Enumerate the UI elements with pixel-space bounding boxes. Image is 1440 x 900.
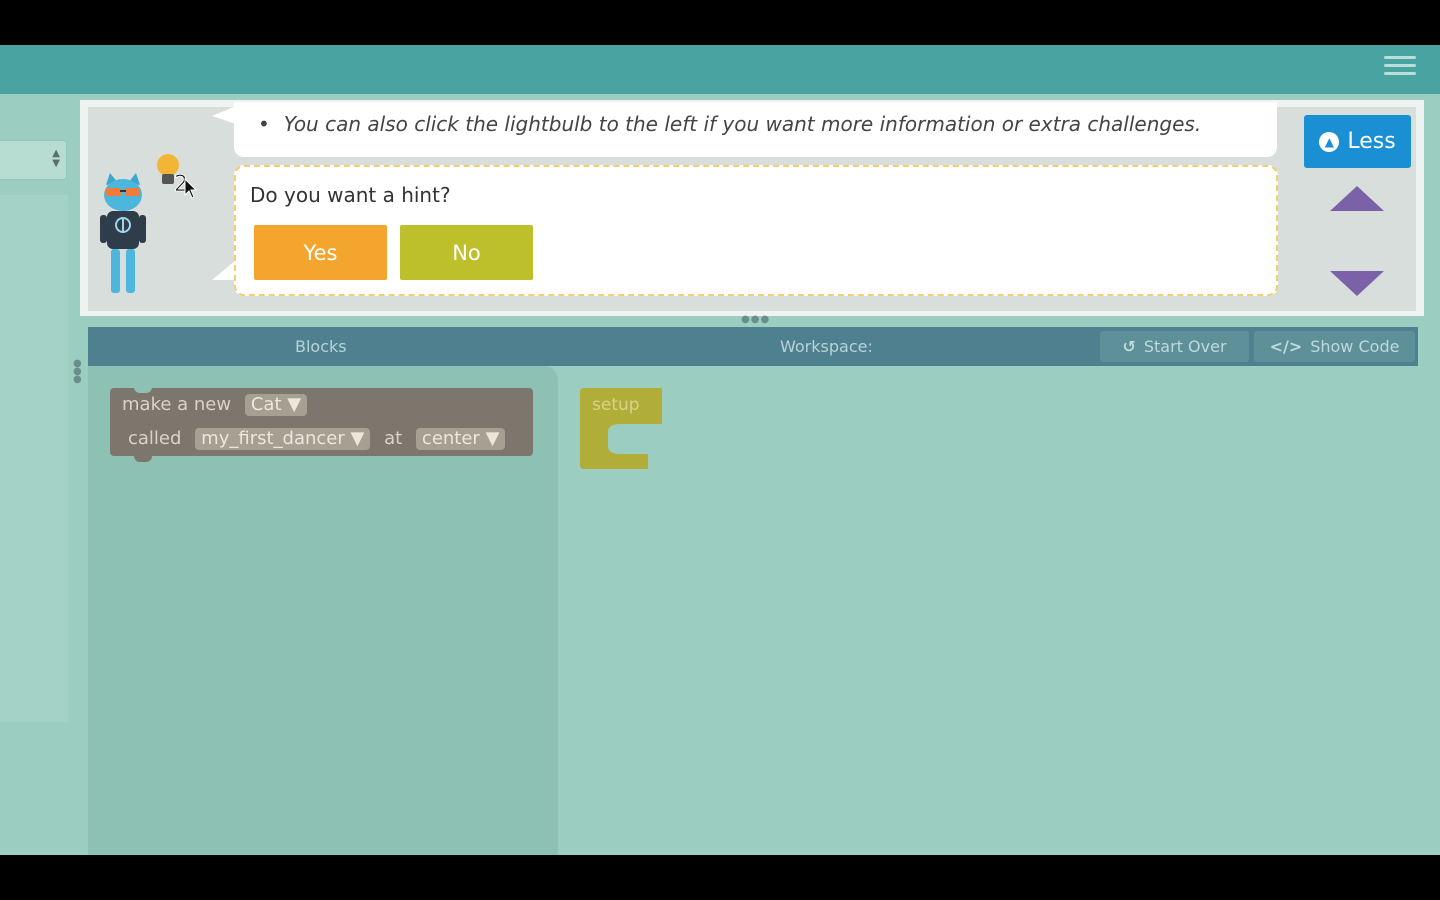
top-header-bar — [0, 45, 1440, 94]
block-at-text: at — [384, 428, 403, 449]
no-button[interactable]: No — [400, 225, 533, 280]
scroll-down-arrow-icon[interactable] — [1330, 271, 1384, 296]
workspace-toolbar: Blocks Workspace: ↺ Start Over </> Show Co… — [88, 327, 1418, 366]
hint-prompt-bubble: Do you want a hint? Yes No — [234, 165, 1278, 296]
setup-block-label: setup — [592, 395, 640, 415]
setup-block[interactable]: setup — [580, 388, 662, 469]
scroll-up-arrow-icon[interactable] — [1330, 186, 1384, 211]
block-make-new-text: make a new — [122, 394, 232, 415]
start-over-label: Start Over — [1143, 337, 1227, 356]
hamburger-menu-icon[interactable] — [1384, 51, 1416, 77]
panel-resize-handle[interactable]: ●●● — [741, 314, 770, 325]
tip-bubble-tail — [212, 106, 236, 124]
select-arrows-icon: ▲ ▼ — [52, 148, 60, 169]
show-code-label: Show Code — [1310, 337, 1400, 356]
sprite-name-dropdown[interactable]: my_first_dancer ▼ — [195, 428, 371, 450]
lightbulb-icon[interactable]: 2 — [152, 151, 198, 201]
toolbox-resize-grip[interactable]: ● ● ● — [73, 359, 82, 385]
tip-text: You can also click the lightbulb to the … — [258, 112, 1201, 136]
show-code-button[interactable]: </> Show Code — [1254, 331, 1415, 362]
sprite-type-dropdown[interactable]: Cat ▼ — [244, 394, 308, 416]
app-container: ▲▼ 2 You can also click the lightbulb to… — [0, 45, 1440, 855]
hint-bubble-tail — [212, 260, 236, 280]
cat-character-avatar — [100, 173, 146, 293]
less-button[interactable]: ▲ Less — [1304, 115, 1411, 168]
tip-speech-bubble: You can also click the lightbulb to the … — [234, 102, 1277, 157]
blocks-header-label: Blocks — [295, 337, 347, 356]
code-icon: </> — [1269, 337, 1303, 356]
code-workspace[interactable] — [558, 366, 1419, 855]
less-button-label: Less — [1347, 129, 1396, 154]
start-over-button[interactable]: ↺ Start Over — [1100, 331, 1249, 362]
left-dropdown-select[interactable]: ▲ ▼ — [0, 140, 67, 180]
chevron-up-circle-icon: ▲ — [1319, 132, 1340, 152]
make-new-sprite-block[interactable]: make a new Cat ▼ called my_first_dancer … — [110, 387, 533, 462]
undo-icon: ↺ — [1122, 337, 1136, 356]
block-called-text: called — [128, 428, 182, 449]
workspace-header-label: Workspace: — [780, 337, 873, 356]
yes-button[interactable]: Yes — [254, 225, 387, 280]
hint-question-text: Do you want a hint? — [250, 183, 451, 207]
sprite-location-dropdown[interactable]: center ▼ — [415, 428, 506, 450]
left-side-panel — [0, 195, 68, 722]
